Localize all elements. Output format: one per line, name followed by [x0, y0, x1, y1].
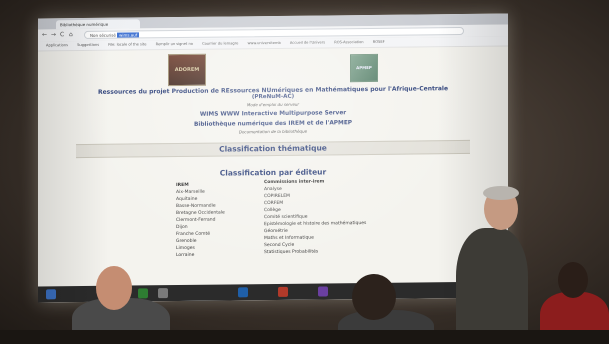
back-icon[interactable]: ← [42, 31, 47, 38]
table-edge [0, 330, 609, 344]
bookmark-item[interactable]: File: locale of the site [108, 40, 146, 49]
logo-right-text: APMEP [356, 64, 372, 71]
wims-link[interactable]: WIMS WWW Interactive Multipurpose Server [38, 109, 508, 120]
list-item[interactable]: Lorraine [176, 252, 225, 260]
person-head [558, 262, 588, 298]
powerpoint-icon[interactable] [278, 286, 288, 297]
bookmark-item[interactable]: ROS-Association [334, 38, 363, 47]
bookmark-item[interactable]: Suggestions [77, 41, 99, 50]
bookmark-item[interactable]: www.universitemb [247, 39, 280, 48]
person-head [96, 266, 132, 310]
start-icon[interactable] [46, 289, 56, 300]
apmep-logo[interactable]: APMEP [350, 53, 378, 83]
person-body [456, 228, 528, 344]
word-icon[interactable] [238, 287, 248, 298]
person-hair [483, 186, 519, 200]
web-page: ADOREM APMEP Ressources du projet Produc… [38, 46, 508, 303]
tab-title: Bibliothèque numérique [60, 21, 109, 28]
logo-left-text: ADOREM [174, 66, 200, 74]
bookmark-item[interactable]: Accueil de l'Univers [290, 38, 325, 47]
bookmark-item[interactable]: ROSEF [373, 38, 385, 47]
projection-screen: Bibliothèque numérique ← → C ⌂ Non sécur… [38, 13, 508, 303]
section-thematic[interactable]: Classification thématique [76, 139, 470, 159]
conference-photo: Bibliothèque numérique ← → C ⌂ Non sécur… [0, 0, 609, 344]
adorem-logo[interactable]: ADOREM [168, 53, 206, 87]
reload-icon[interactable]: C [60, 31, 64, 38]
list-item[interactable]: Epistémologie et histoire des mathématiq… [264, 220, 366, 228]
forward-icon[interactable]: → [51, 31, 56, 38]
home-icon[interactable]: ⌂ [69, 31, 73, 38]
bookmark-item[interactable]: Remplir un signet no [156, 40, 193, 49]
security-label: Non sécurisé [90, 32, 116, 38]
bookmark-item[interactable]: Applications [46, 41, 68, 50]
commissions-list: Commissions inter-irem Analyse COPIRELEM… [264, 178, 366, 256]
irem-list: IREM Aix-Marseille Aquitaine Basse-Norma… [176, 182, 225, 260]
app-icon[interactable] [138, 288, 148, 299]
app-icon[interactable] [158, 288, 168, 299]
person-head [352, 274, 396, 320]
list-item[interactable]: Statistiques Probabilités [264, 248, 366, 256]
bookmark-item[interactable]: Courrier du lemagre [202, 39, 238, 48]
app-icon[interactable] [318, 286, 328, 297]
url-selection: wims.auf [117, 32, 140, 38]
